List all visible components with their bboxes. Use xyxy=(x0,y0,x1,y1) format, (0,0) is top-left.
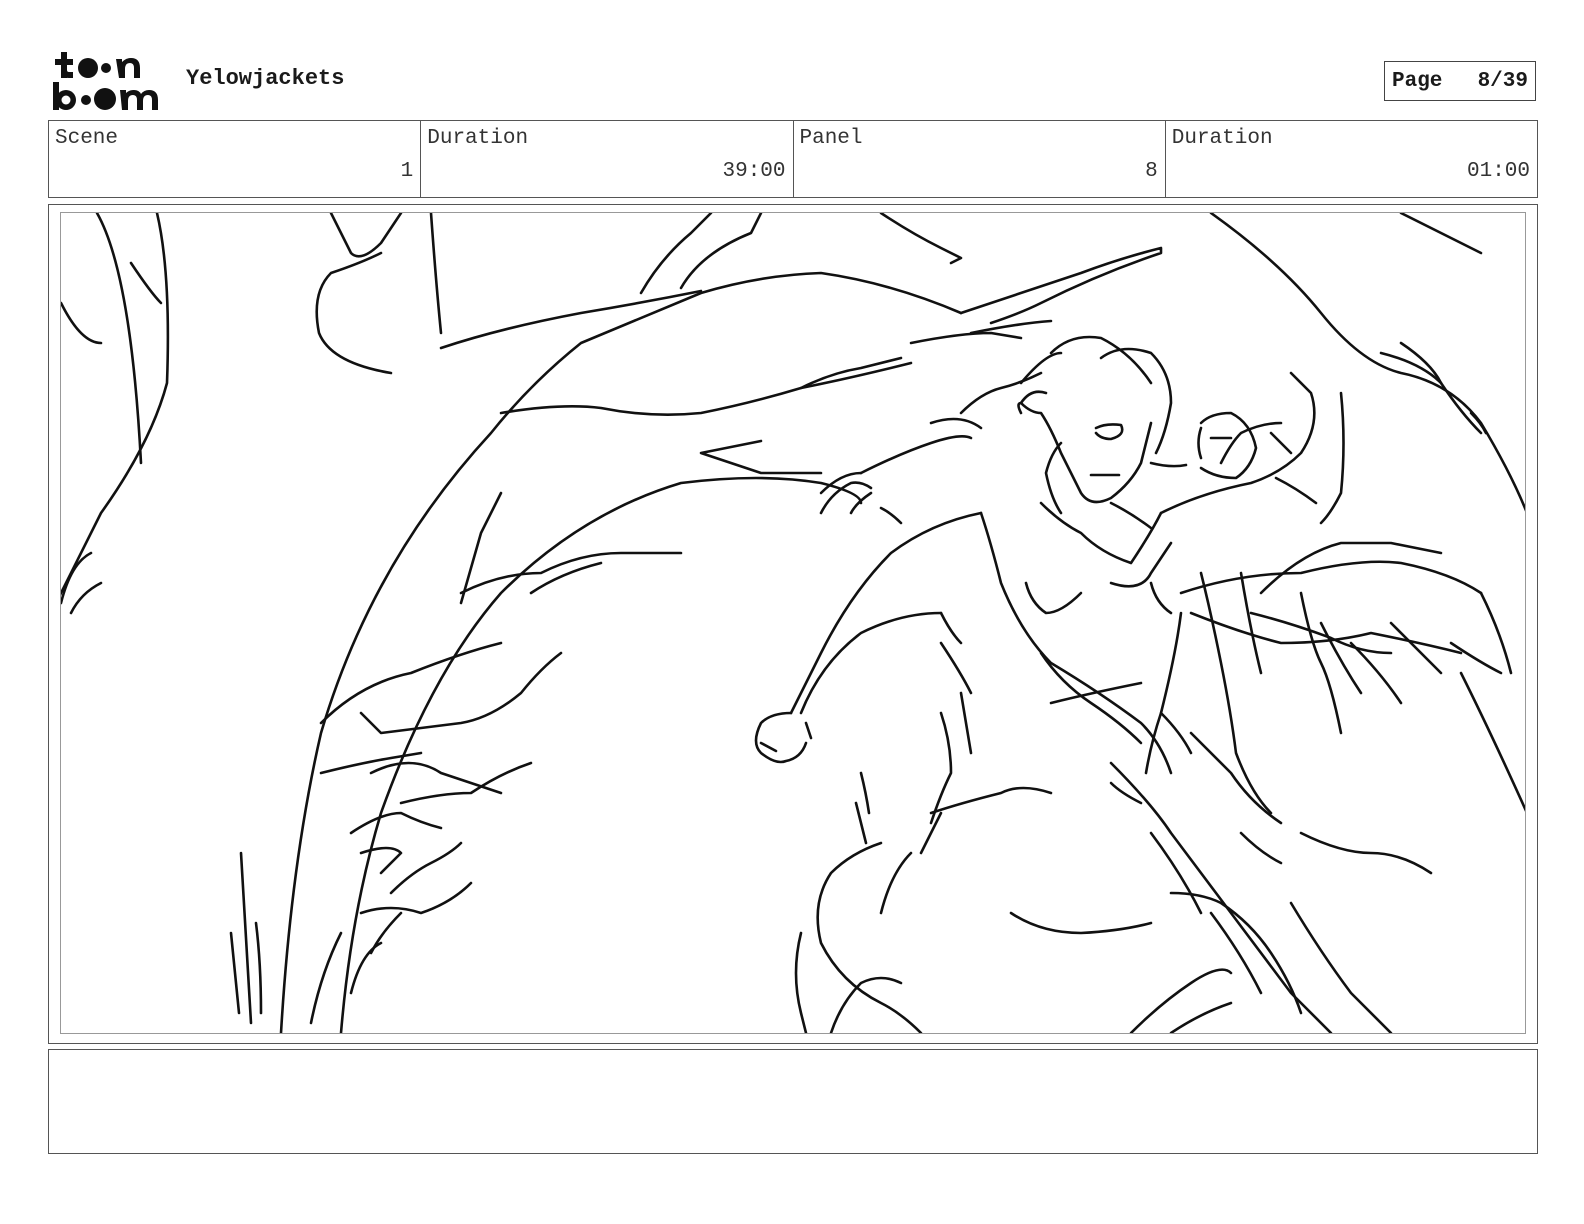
scene-info-row: Scene 1 Duration 39:00 Panel 8 Duration … xyxy=(48,120,1538,198)
panel-duration-value: 01:00 xyxy=(1466,160,1530,183)
panel-label: Panel xyxy=(799,127,863,150)
scene-value: 1 xyxy=(400,160,414,183)
page-number: 8/39 xyxy=(1477,69,1528,93)
character-legs xyxy=(929,786,1053,815)
tree-trunk-left xyxy=(61,213,170,596)
character-left-arm xyxy=(789,511,983,715)
storyboard-panel-image xyxy=(60,212,1526,1034)
panel-notes-box xyxy=(48,1049,1538,1154)
storyboard-sketch xyxy=(61,213,1525,1033)
scene-duration-label: Duration xyxy=(427,127,529,150)
page-indicator: Page 8/39 xyxy=(1384,61,1536,101)
panel-duration-cell: Duration 01:00 xyxy=(1166,121,1537,197)
scene-label: Scene xyxy=(55,127,119,150)
scene-cell: Scene 1 xyxy=(49,121,422,197)
toon-boom-logo xyxy=(50,50,166,112)
project-title: Yelowjackets xyxy=(186,66,345,91)
character-face xyxy=(1017,401,1153,504)
panel-cell: Panel 8 xyxy=(794,121,1166,197)
scene-duration-value: 39:00 xyxy=(722,160,786,183)
character-torso xyxy=(979,511,1173,775)
tree-trunk-main xyxy=(279,271,963,1033)
storyboard-panel-frame xyxy=(48,204,1538,1044)
character-raised-arm xyxy=(1159,371,1316,515)
scene-duration-cell: Duration 39:00 xyxy=(421,121,794,197)
panel-duration-label: Duration xyxy=(1171,127,1273,150)
page-label: Page xyxy=(1392,69,1443,93)
panel-value: 8 xyxy=(1145,160,1158,183)
